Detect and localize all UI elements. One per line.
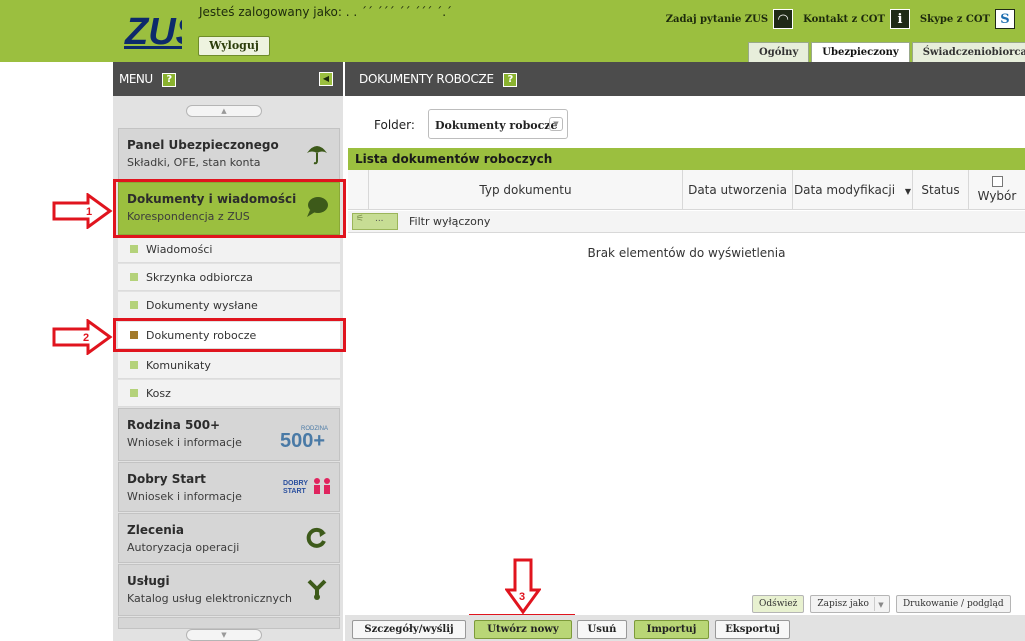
bullet-icon bbox=[130, 361, 138, 369]
list-title: Lista dokumentów roboczych bbox=[348, 148, 1025, 170]
group-subtitle: Wniosek i informacje bbox=[127, 490, 242, 503]
role-tabs: Ogólny Ubezpieczony Świadczeniobiorca bbox=[748, 42, 1025, 62]
column-header-typ-dokumentu[interactable]: Typ dokumentu bbox=[368, 170, 682, 210]
group-title: Panel Ubezpieczonego bbox=[127, 138, 279, 152]
ask-zus-link[interactable]: Zadaj pytanie ZUS ◠ bbox=[666, 9, 794, 29]
annotation-box-2 bbox=[113, 318, 346, 352]
svg-text:500+: 500+ bbox=[280, 430, 325, 449]
svg-text:2: 2 bbox=[83, 332, 89, 344]
main-title-bar: DOKUMENTY ROBOCZE ? bbox=[345, 62, 1025, 96]
menu-bar: MENU ? ◀ bbox=[113, 62, 343, 96]
logged-in-label: Jesteś zalogowany jako: . . ´´ ´´´ ´´ ´´… bbox=[199, 5, 453, 19]
column-header-status[interactable]: Status bbox=[912, 170, 968, 210]
sidebar-item-komunikaty[interactable]: Komunikaty bbox=[118, 352, 340, 379]
annotation-arrow-1: 1 bbox=[52, 193, 114, 229]
menu-group-panel-ubezpieczonego[interactable]: Panel Ubezpieczonego Składki, OFE, stan … bbox=[118, 128, 340, 181]
secondary-actions: Odśwież Zapisz jako ▼ Drukowanie / podgl… bbox=[752, 595, 1017, 613]
empty-table-message: Brak elementów do wyświetlenia bbox=[587, 246, 786, 260]
create-new-button[interactable]: Utwórz nowy bbox=[474, 620, 572, 639]
filter-status: Filtr wyłączony bbox=[409, 215, 491, 228]
tab-ubezpieczony[interactable]: Ubezpieczony bbox=[811, 42, 910, 62]
services-icon bbox=[303, 577, 331, 603]
group-subtitle: Wniosek i informacje bbox=[127, 436, 242, 449]
annotation-arrow-3: 3 bbox=[505, 558, 541, 614]
annotation-box-1 bbox=[113, 179, 346, 238]
svg-text:3: 3 bbox=[519, 591, 525, 603]
group-subtitle: Składki, OFE, stan konta bbox=[127, 156, 261, 169]
page-title: DOKUMENTY ROBOCZE bbox=[359, 72, 494, 86]
delete-button[interactable]: Usuń bbox=[577, 620, 627, 639]
rodzina-500-logo: RODZINA 500+ bbox=[279, 421, 335, 452]
svg-text:START: START bbox=[283, 488, 307, 495]
sidebar-item-dokumenty-wyslane[interactable]: Dokumenty wysłane bbox=[118, 292, 340, 319]
chevron-down-icon[interactable]: ▼ bbox=[873, 597, 887, 611]
group-title: Dobry Start bbox=[127, 472, 206, 486]
menu-scroll-up-button[interactable]: ▲ bbox=[186, 105, 262, 117]
menu-group-zlecenia[interactable]: Zlecenia Autoryzacja operacji bbox=[118, 513, 340, 563]
help-icon[interactable]: ? bbox=[503, 72, 518, 87]
contact-cot-link[interactable]: Kontakt z COT i bbox=[803, 9, 910, 29]
filter-row: ⚟ ... Filtr wyłączony bbox=[348, 211, 1025, 233]
refresh-icon bbox=[303, 526, 331, 552]
bullet-icon bbox=[130, 301, 138, 309]
menu-group-uslugi[interactable]: Usługi Katalog usług elektronicznych bbox=[118, 564, 340, 616]
group-title: Zlecenia bbox=[127, 523, 184, 537]
group-subtitle: Katalog usług elektronicznych bbox=[127, 592, 292, 605]
column-header-spacer bbox=[348, 170, 368, 210]
bullet-icon bbox=[130, 273, 138, 281]
svg-text:DOBRY: DOBRY bbox=[283, 480, 308, 487]
filter-button[interactable]: ⚟ ... bbox=[352, 213, 398, 230]
chevron-down-icon: ▼ bbox=[549, 117, 563, 131]
column-header-data-utworzenia[interactable]: Data utworzenia bbox=[682, 170, 792, 210]
select-all-checkbox[interactable] bbox=[991, 176, 1003, 187]
menu-group-rodzina-500[interactable]: Rodzina 500+ Wniosek i informacje RODZIN… bbox=[118, 408, 340, 461]
headset-icon: ◠ bbox=[773, 9, 794, 29]
print-preview-button[interactable]: Drukowanie / podgląd bbox=[895, 595, 1011, 613]
dobry-start-logo: DOBRY START bbox=[279, 475, 335, 501]
umbrella-icon bbox=[303, 141, 331, 167]
export-button[interactable]: Eksportuj bbox=[715, 620, 790, 639]
collapse-menu-button[interactable]: ◀ bbox=[319, 72, 333, 86]
header-links: Zadaj pytanie ZUS ◠ Kontakt z COT i Skyp… bbox=[666, 8, 1025, 30]
folder-label: Folder: bbox=[374, 118, 415, 132]
column-header-data-modyfikacji[interactable]: Data modyfikacji ▼ bbox=[792, 170, 912, 210]
filter-icon: ⚟ bbox=[356, 214, 365, 224]
menu-group-dobry-start[interactable]: Dobry Start Wniosek i informacje DOBRY S… bbox=[118, 462, 340, 512]
svg-text:1: 1 bbox=[86, 206, 92, 218]
folder-select[interactable]: Dokumenty robocze ▼ bbox=[428, 109, 568, 139]
column-header-wybor[interactable]: Wybór bbox=[968, 170, 1025, 210]
annotation-arrow-2: 2 bbox=[52, 319, 114, 355]
details-send-button[interactable]: Szczegóły/wyślij bbox=[352, 620, 466, 639]
save-as-button[interactable]: Zapisz jako ▼ bbox=[810, 595, 890, 613]
group-title: Rodzina 500+ bbox=[127, 418, 221, 432]
menu-scroll-down-button[interactable]: ▼ bbox=[186, 629, 262, 641]
info-icon: i bbox=[889, 9, 910, 29]
sidebar-item-kosz[interactable]: Kosz bbox=[118, 380, 340, 407]
group-subtitle: Autoryzacja operacji bbox=[127, 541, 240, 554]
refresh-button[interactable]: Odśwież bbox=[752, 595, 805, 613]
sort-desc-icon: ▼ bbox=[904, 187, 912, 196]
logout-button[interactable]: Wyloguj bbox=[198, 36, 270, 56]
tab-swiadczeniobiorca[interactable]: Świadczeniobiorca bbox=[911, 42, 1025, 62]
tab-ogolny[interactable]: Ogólny bbox=[748, 42, 810, 62]
sidebar-item-wiadomosci[interactable]: Wiadomości bbox=[118, 236, 340, 263]
menu-group-partial bbox=[118, 617, 340, 629]
skype-cot-link[interactable]: Skype z COT S bbox=[920, 9, 1015, 29]
skype-icon: S bbox=[995, 9, 1015, 29]
import-button[interactable]: Importuj bbox=[634, 620, 709, 639]
menu-title: MENU bbox=[119, 72, 153, 86]
zus-logo[interactable]: ZUS bbox=[124, 8, 201, 53]
sidebar-item-skrzynka-odbiorcza[interactable]: Skrzynka odbiorcza bbox=[118, 264, 340, 291]
table-header-row: Typ dokumentu Data utworzenia Data modyf… bbox=[348, 170, 1025, 210]
bullet-icon bbox=[130, 245, 138, 253]
bullet-icon bbox=[130, 389, 138, 397]
svg-text:ZUS: ZUS bbox=[124, 11, 182, 50]
group-title: Usługi bbox=[127, 574, 170, 588]
help-icon[interactable]: ? bbox=[162, 72, 177, 87]
